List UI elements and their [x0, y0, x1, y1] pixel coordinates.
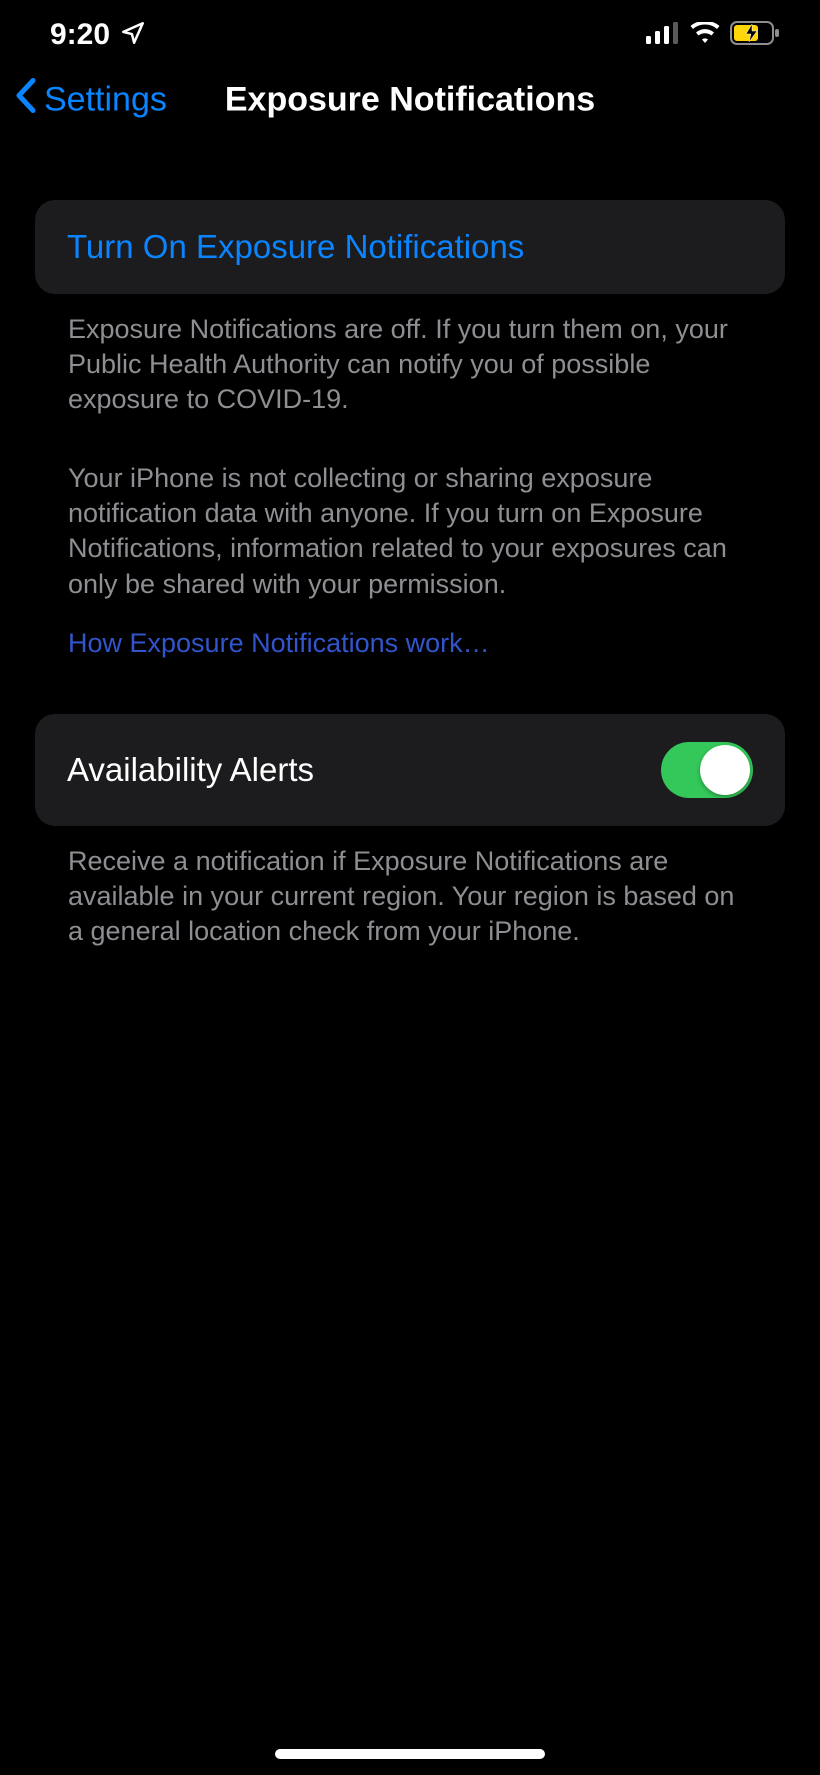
- back-label: Settings: [44, 81, 167, 120]
- turn-on-label: Turn On Exposure Notifications: [67, 228, 524, 266]
- navigation-bar: Settings Exposure Notifications: [0, 60, 820, 140]
- location-icon: [120, 20, 146, 51]
- wifi-icon: [690, 22, 720, 49]
- exposure-description-p2: Your iPhone is not collecting or sharing…: [35, 443, 785, 601]
- battery-charging-icon: [730, 21, 780, 50]
- how-it-works-link[interactable]: How Exposure Notifications work…: [35, 628, 523, 659]
- cellular-signal-icon: [646, 22, 680, 49]
- availability-alerts-toggle[interactable]: [661, 742, 753, 798]
- home-indicator[interactable]: [275, 1749, 545, 1759]
- status-bar: 9:20: [0, 0, 820, 60]
- exposure-description-p1: Exposure Notifications are off. If you t…: [35, 294, 785, 417]
- page-title: Exposure Notifications: [225, 81, 595, 120]
- availability-alerts-row: Availability Alerts: [35, 714, 785, 826]
- toggle-knob: [700, 745, 750, 795]
- availability-alerts-footer: Receive a notification if Exposure Notif…: [35, 826, 785, 949]
- turn-on-exposure-notifications-button[interactable]: Turn On Exposure Notifications: [35, 200, 785, 294]
- back-button[interactable]: Settings: [14, 77, 167, 124]
- availability-alerts-label: Availability Alerts: [67, 751, 314, 789]
- status-time: 9:20: [50, 18, 110, 52]
- chevron-left-icon: [14, 77, 38, 124]
